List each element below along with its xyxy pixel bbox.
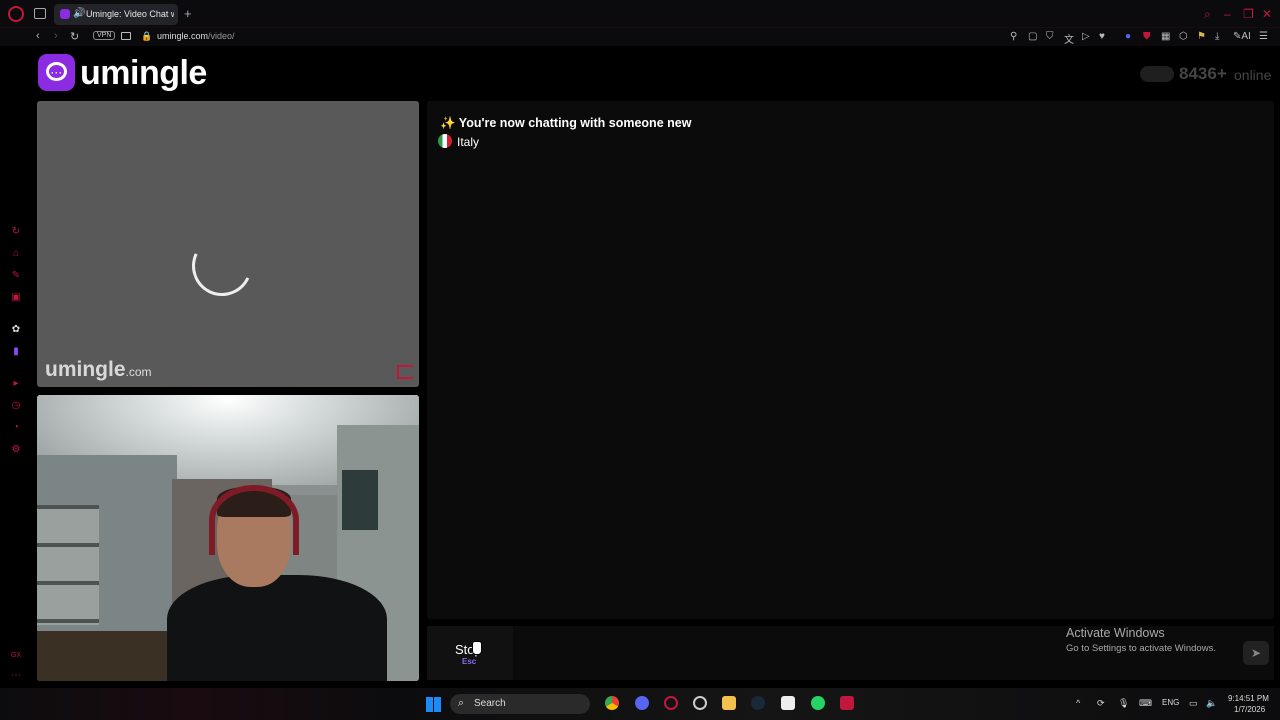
extension-grid-icon[interactable]: ▦: [1161, 31, 1170, 42]
speaker-icon[interactable]: 🔊: [73, 8, 85, 19]
video-person-body: [167, 575, 387, 681]
keyboard-icon[interactable]: ⌨: [1139, 698, 1152, 709]
sidebar-more-icon[interactable]: ⋯: [10, 670, 22, 682]
chrome-icon[interactable]: [605, 696, 619, 710]
sidebar-brush-icon[interactable]: ✎: [10, 270, 22, 282]
whatsapp-icon[interactable]: [811, 696, 825, 710]
taskbar-search[interactable]: [450, 694, 590, 714]
mouse-cursor-icon: [472, 641, 482, 655]
online-count: 8436+: [1179, 64, 1227, 83]
logo-dots: ···: [51, 68, 63, 78]
tray-sync-icon[interactable]: ⟳: [1097, 698, 1105, 709]
forward-icon[interactable]: ›: [54, 30, 58, 42]
tab-title: Umingle: Video Chat w: [86, 9, 174, 19]
video-wall-art: [342, 470, 378, 530]
stop-shortcut: Esc: [462, 657, 477, 666]
send-button[interactable]: ➤: [1243, 641, 1269, 665]
opera-menu-icon[interactable]: [8, 6, 24, 22]
sidebar-pinboard-icon[interactable]: ◔: [10, 422, 22, 434]
network-icon[interactable]: ▭: [1189, 698, 1198, 709]
search-tabs-icon[interactable]: ⌕: [1204, 7, 1211, 22]
send-icon: ➤: [1250, 646, 1262, 660]
clock-date[interactable]: 1/7/2026: [1234, 705, 1265, 714]
chat-status-message: ✨ You're now chatting with someone new: [440, 116, 692, 130]
microphone-icon[interactable]: 🎙: [1118, 698, 1129, 709]
translate-icon[interactable]: 文: [1064, 31, 1074, 46]
search-icon: ⌕: [458, 697, 465, 709]
umingle-favicon-icon: [60, 9, 70, 19]
stranger-country: Italy: [457, 135, 480, 149]
chatgpt-icon[interactable]: [693, 696, 707, 710]
extension-blue-icon[interactable]: ●: [1125, 31, 1131, 42]
video-shelves: [37, 505, 99, 625]
camera-icon[interactable]: [121, 32, 131, 40]
extension-red-icon[interactable]: ⛊: [1143, 31, 1151, 42]
recording-icon[interactable]: [840, 696, 854, 710]
address-bar: ‹ › ↻ VPN 🔒 umingle.com/video/ ⚲ ▢ ⛉ 文 ▷…: [0, 28, 1280, 46]
online-label: online: [1234, 67, 1272, 83]
sidebar-bag-icon[interactable]: ⌂: [10, 248, 22, 260]
menu-icon[interactable]: ☰: [1259, 31, 1268, 42]
sidebar-refresh-icon[interactable]: ↻: [10, 226, 22, 238]
sidebar-gx-icon[interactable]: GX: [10, 650, 22, 662]
new-tab-button[interactable]: +: [184, 6, 192, 21]
vpn-badge[interactable]: VPN: [93, 31, 116, 40]
umingle-watermark: umingle.com: [45, 358, 152, 382]
sidebar-history-icon[interactable]: ◷: [10, 400, 22, 412]
report-flag-icon[interactable]: [397, 365, 413, 379]
restore-icon[interactable]: ❐: [1243, 7, 1254, 21]
online-toggle: [1140, 66, 1174, 82]
url-path: /video/: [208, 31, 235, 41]
logo-chat-icon[interactable]: ···: [38, 54, 75, 91]
site-logo[interactable]: umingle: [80, 54, 207, 93]
sidebar-player-icon[interactable]: ▸: [10, 378, 22, 390]
italy-flag-icon: [438, 134, 452, 148]
sidebar-chatgpt-icon[interactable]: ✿: [10, 324, 22, 336]
activate-windows-title: Activate Windows: [1066, 626, 1165, 640]
shield-icon[interactable]: ⛉: [1046, 31, 1054, 42]
back-icon[interactable]: ‹: [36, 30, 40, 42]
sidebar-messenger-icon[interactable]: ▣: [10, 292, 22, 304]
browser-tab[interactable]: 🔊 Umingle: Video Chat w: [54, 4, 178, 25]
opera-gx-icon[interactable]: [664, 696, 678, 710]
pin-icon[interactable]: ⚲: [1010, 31, 1017, 42]
reload-icon[interactable]: ↻: [70, 30, 79, 43]
snapshot-icon[interactable]: ▢: [1028, 31, 1037, 42]
activate-windows-subtitle: Go to Settings to activate Windows.: [1066, 643, 1216, 654]
sidebar-settings-icon[interactable]: ⚙: [10, 444, 22, 456]
self-video: [37, 395, 419, 681]
extensions-icon[interactable]: ⬡: [1179, 31, 1188, 42]
browser-sidebar: ↻ ⌂ ✎ ▣ ✿ ▮ ▸ ◷ ◔ ⚙ GX ⋯: [0, 46, 32, 686]
watermark-name: umingle: [45, 358, 126, 381]
url-host: umingle.com: [157, 31, 209, 41]
ai-label: AI: [1241, 31, 1251, 42]
close-window-icon[interactable]: ✕: [1262, 7, 1272, 21]
ai-icon[interactable]: ✎AI: [1233, 31, 1251, 42]
tray-chevron-icon[interactable]: ^: [1076, 698, 1080, 708]
watermark-domain: .com: [125, 365, 152, 379]
capcut-icon[interactable]: [781, 696, 795, 710]
chat-panel: [427, 101, 1274, 619]
heart-icon[interactable]: ♥: [1099, 31, 1105, 42]
discord-icon[interactable]: [635, 696, 649, 710]
lock-icon[interactable]: 🔒: [141, 31, 152, 42]
video-headset: [209, 485, 299, 555]
volume-icon[interactable]: 🔈: [1206, 698, 1217, 709]
browser-tab-bar: [0, 0, 1280, 28]
file-explorer-icon[interactable]: [722, 696, 736, 710]
language-indicator[interactable]: ENG: [1162, 698, 1179, 707]
play-icon[interactable]: ▷: [1082, 31, 1090, 42]
url-field[interactable]: umingle.com/video/: [157, 31, 235, 41]
steam-icon[interactable]: [751, 696, 765, 710]
minimize-icon[interactable]: –: [1224, 7, 1231, 21]
clock-time[interactable]: 9:14:51 PM: [1228, 694, 1269, 703]
sidebar-twitch-icon[interactable]: ▮: [10, 346, 22, 358]
download-icon[interactable]: ⤓: [1215, 31, 1219, 42]
windows-start-icon[interactable]: [426, 697, 441, 712]
tab-switcher-icon[interactable]: [34, 8, 46, 19]
taskbar-search-label[interactable]: Search: [474, 698, 506, 709]
extension-yellow-icon[interactable]: ⚑: [1197, 31, 1206, 42]
